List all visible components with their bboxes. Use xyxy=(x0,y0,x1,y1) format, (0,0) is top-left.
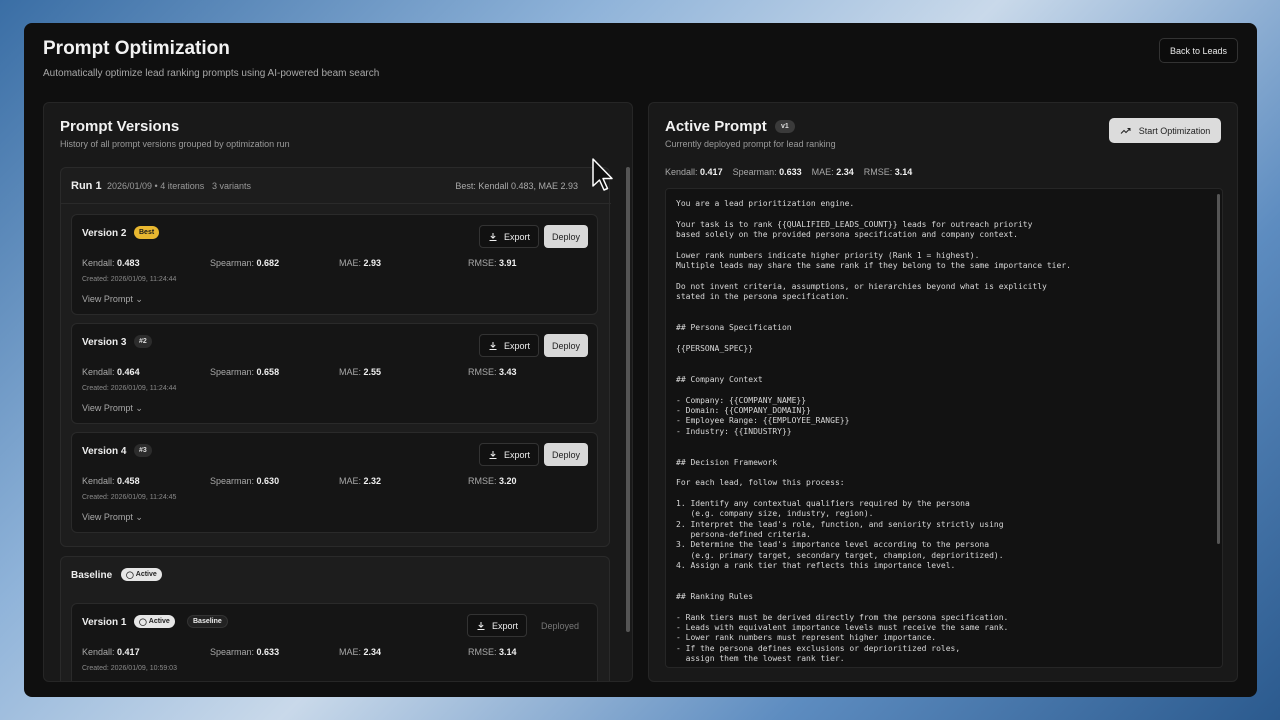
prompt-text-box[interactable]: You are a lead prioritization engine. Yo… xyxy=(665,188,1223,668)
back-to-leads-button[interactable]: Back to Leads xyxy=(1159,38,1238,63)
version-card: Version 3 #2 Export Deploy Kendall: 0.46… xyxy=(71,323,598,424)
deploy-button[interactable]: Deploy xyxy=(544,443,588,466)
page-title: Prompt Optimization xyxy=(43,38,230,59)
version-title: Version 1 xyxy=(82,617,127,628)
view-prompt-toggle[interactable]: View Prompt ⌄ xyxy=(82,403,143,414)
download-icon xyxy=(489,341,497,350)
created-timestamp: Created: 2026/01/09, 11:24:45 xyxy=(82,494,177,501)
kendall-metric: Kendall: 0.417 xyxy=(665,167,723,177)
deploy-button[interactable]: Deploy xyxy=(544,225,588,248)
mae-metric: MAE: 2.34 xyxy=(811,167,854,177)
rank-badge: #3 xyxy=(134,444,152,457)
active-prompt-panel: Active Prompt v1 Currently deployed prom… xyxy=(648,102,1238,682)
check-circle-icon: ◯ xyxy=(126,571,136,579)
baseline-title: Baseline xyxy=(71,570,113,581)
created-timestamp: Created: 2026/01/09, 11:24:44 xyxy=(82,276,177,283)
export-button[interactable]: Export xyxy=(467,614,527,637)
active-prompt-title: Active Prompt xyxy=(665,118,767,135)
mae-metric: MAE: 2.93 xyxy=(339,258,382,268)
version-title: Version 3 xyxy=(82,337,127,348)
run-meta: 2026/01/09 • 4 iterations xyxy=(107,181,205,191)
download-icon xyxy=(477,621,485,630)
kendall-metric: Kendall: 0.464 xyxy=(82,367,140,377)
run-header[interactable]: Run 1 2026/01/09 • 4 iterations 3 varian… xyxy=(61,168,611,204)
rmse-metric: RMSE: 3.91 xyxy=(468,258,517,268)
mae-metric: MAE: 2.32 xyxy=(339,476,382,486)
deployed-button: Deployed xyxy=(540,620,580,631)
created-timestamp: Created: 2026/01/09, 11:24:44 xyxy=(82,385,177,392)
deploy-button[interactable]: Deploy xyxy=(544,334,588,357)
rmse-metric: RMSE: 3.20 xyxy=(468,476,517,486)
kendall-metric: Kendall: 0.417 xyxy=(82,647,140,657)
check-circle-icon: ◯ xyxy=(139,618,149,626)
export-label: Export xyxy=(503,231,530,242)
kendall-metric: Kendall: 0.483 xyxy=(82,258,140,268)
kendall-metric: Kendall: 0.458 xyxy=(82,476,140,486)
version-card: Version 2 Best Export Deploy Kendall: 0.… xyxy=(71,214,598,315)
mouse-pointer-icon xyxy=(592,158,613,191)
created-timestamp: Created: 2026/01/09, 10:59:03 xyxy=(82,665,177,672)
start-optimization-button[interactable]: Start Optimization xyxy=(1109,118,1221,143)
download-icon xyxy=(489,450,497,459)
view-prompt-toggle[interactable]: View Prompt ⌄ xyxy=(82,294,143,305)
rmse-metric: RMSE: 3.43 xyxy=(468,367,517,377)
view-prompt-toggle[interactable]: View Prompt ⌄ xyxy=(82,512,143,523)
version-card: Version 4 #3 Export Deploy Kendall: 0.45… xyxy=(71,432,598,533)
active-badge: ◯ Active xyxy=(134,615,175,628)
trending-up-icon xyxy=(1120,128,1131,134)
export-button[interactable]: Export xyxy=(479,443,539,466)
export-label: Export xyxy=(503,340,530,351)
page-subtitle: Automatically optimize lead ranking prom… xyxy=(43,68,380,79)
start-optimization-label: Start Optimization xyxy=(1138,125,1211,136)
spearman-metric: Spearman: 0.633 xyxy=(732,167,802,177)
prompt-scrollbar-thumb[interactable] xyxy=(1217,194,1220,544)
spearman-metric: Spearman: 0.630 xyxy=(210,476,280,486)
version-card: Version 1 ◯ Active Baseline Export Deplo… xyxy=(71,603,598,681)
run-best-summary: Best: Kendall 0.483, MAE 2.93 xyxy=(455,181,578,191)
chevron-down-icon: ⌄ xyxy=(135,512,143,522)
version-badge: v1 xyxy=(775,120,795,133)
export-label: Export xyxy=(491,620,518,631)
active-metrics: Kendall: 0.417 Spearman: 0.633 MAE: 2.34… xyxy=(665,167,912,177)
prompt-versions-title: Prompt Versions xyxy=(60,118,180,135)
export-button[interactable]: Export xyxy=(479,334,539,357)
best-badge: Best xyxy=(134,226,160,239)
run-variants: 3 variants xyxy=(212,181,252,191)
rmse-metric: RMSE: 3.14 xyxy=(468,647,517,657)
mae-metric: MAE: 2.34 xyxy=(339,647,382,657)
version-title: Version 2 xyxy=(82,228,127,239)
prompt-versions-panel: Prompt Versions History of all prompt ve… xyxy=(43,102,633,682)
active-prompt-subtitle: Currently deployed prompt for lead ranki… xyxy=(665,139,836,149)
chevron-down-icon: ⌄ xyxy=(135,294,143,304)
rmse-metric: RMSE: 3.14 xyxy=(863,167,913,177)
export-button[interactable]: Export xyxy=(479,225,539,248)
download-icon xyxy=(489,232,497,241)
spearman-metric: Spearman: 0.633 xyxy=(210,647,280,657)
spearman-metric: Spearman: 0.682 xyxy=(210,258,280,268)
app-window: Prompt Optimization Automatically optimi… xyxy=(24,23,1257,697)
active-badge: ◯ Active xyxy=(121,568,162,581)
prompt-versions-subtitle: History of all prompt versions grouped b… xyxy=(60,139,290,149)
mae-metric: MAE: 2.55 xyxy=(339,367,382,377)
spearman-metric: Spearman: 0.658 xyxy=(210,367,280,377)
version-title: Version 4 xyxy=(82,446,127,457)
versions-scrollbar[interactable] xyxy=(626,167,630,632)
rank-badge: #2 xyxy=(134,335,152,348)
chevron-down-icon: ⌄ xyxy=(135,403,143,413)
prompt-text: You are a lead prioritization engine. Yo… xyxy=(676,199,1071,664)
run-title: Run 1 xyxy=(71,180,102,192)
export-label: Export xyxy=(503,449,530,460)
baseline-badge: Baseline xyxy=(187,615,228,628)
scrollbar-thumb[interactable] xyxy=(626,167,630,632)
